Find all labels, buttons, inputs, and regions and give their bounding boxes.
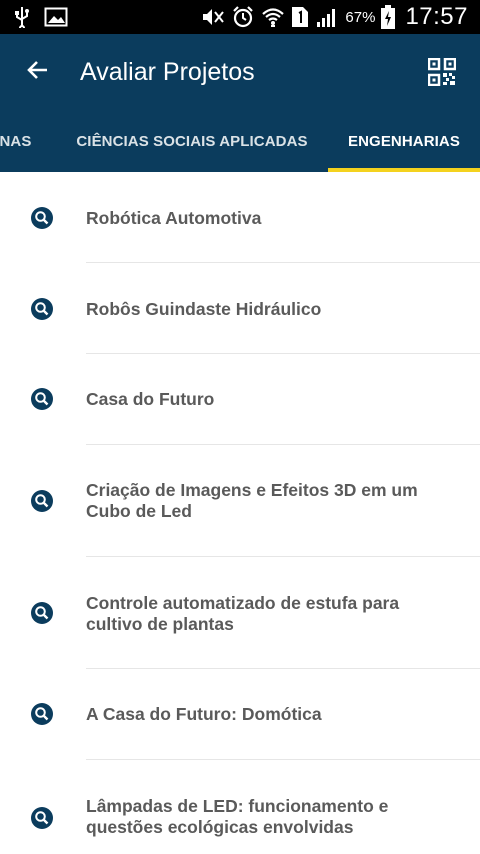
search-icon xyxy=(30,206,54,230)
search-icon xyxy=(30,601,54,625)
app-bar: Avaliar Projetos xyxy=(0,34,480,110)
qr-scan-button[interactable] xyxy=(427,57,457,87)
image-icon xyxy=(44,7,68,27)
battery-percent: 67% xyxy=(345,8,376,26)
arrow-back-icon xyxy=(26,58,50,87)
signal-icon xyxy=(315,6,339,28)
search-icon xyxy=(30,806,54,830)
clock: 17:57 xyxy=(405,3,468,30)
tab-humanas[interactable]: ANAS xyxy=(0,110,40,172)
project-title: Robôs Guindaste Hidráulico xyxy=(86,299,322,319)
tab-ciencias-sociais-aplicadas[interactable]: CIÊNCIAS SOCIAIS APLICADAS xyxy=(76,110,308,172)
project-title: Criação de Imagens e Efeitos 3D em um Cu… xyxy=(86,480,418,521)
list-item[interactable]: Controle automatizado de estufa para cul… xyxy=(0,557,480,669)
list-item[interactable]: Lâmpadas de LED: funcionamento e questõe… xyxy=(0,760,480,854)
mute-icon xyxy=(201,6,225,28)
project-title: Controle automatizado de estufa para cul… xyxy=(86,593,400,634)
wifi-icon xyxy=(261,5,285,29)
alarm-icon xyxy=(231,5,255,29)
qr-code-icon xyxy=(427,57,457,90)
project-title: A Casa do Futuro: Domótica xyxy=(86,704,322,724)
sim-icon xyxy=(291,6,309,28)
status-bar: 67% 17:57 xyxy=(0,0,480,34)
search-icon xyxy=(30,387,54,411)
list-item[interactable]: A Casa do Futuro: Domótica xyxy=(0,669,480,760)
list-item[interactable]: Criação de Imagens e Efeitos 3D em um Cu… xyxy=(0,445,480,557)
project-title: Lâmpadas de LED: funcionamento e questõe… xyxy=(86,796,389,837)
project-title: Robótica Automotiva xyxy=(86,208,262,228)
list-item[interactable]: Robótica Automotiva xyxy=(0,172,480,263)
back-button[interactable] xyxy=(22,56,54,88)
page-title: Avaliar Projetos xyxy=(80,58,255,86)
battery-icon xyxy=(381,5,396,29)
usb-icon xyxy=(14,6,30,28)
tab-engenharias[interactable]: ENGENHARIAS xyxy=(328,110,480,172)
project-list: Robótica Automotiva Robôs Guindaste Hidr… xyxy=(0,172,480,854)
search-icon xyxy=(30,702,54,726)
list-item[interactable]: Casa do Futuro xyxy=(0,354,480,445)
category-tabs: ANAS CIÊNCIAS SOCIAIS APLICADAS ENGENHAR… xyxy=(0,110,480,172)
list-item[interactable]: Robôs Guindaste Hidráulico xyxy=(0,263,480,354)
search-icon xyxy=(30,489,54,513)
search-icon xyxy=(30,297,54,321)
project-title: Casa do Futuro xyxy=(86,389,215,409)
